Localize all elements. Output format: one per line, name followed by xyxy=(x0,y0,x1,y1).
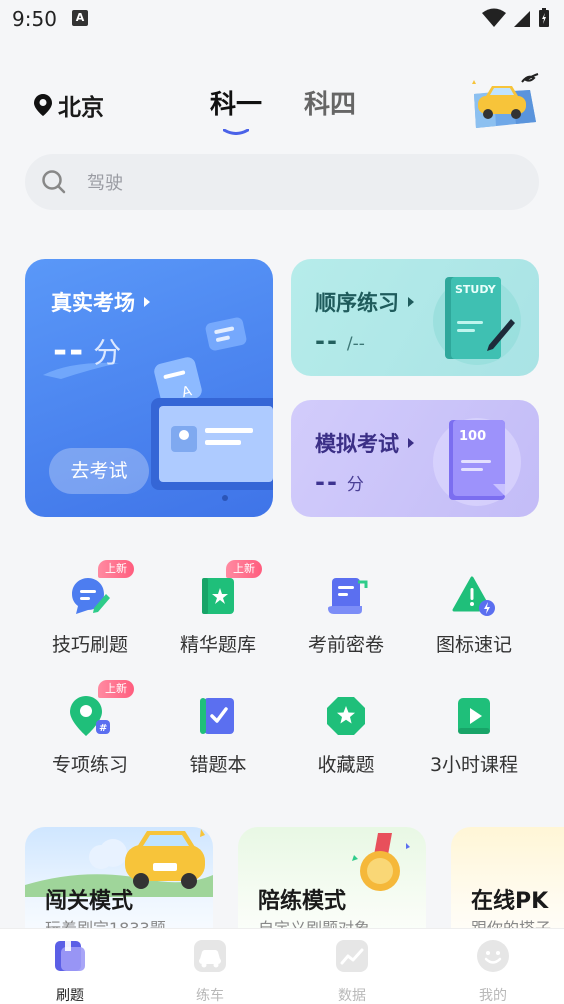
star-octagon-icon xyxy=(327,697,365,735)
practice-book-icon xyxy=(55,941,85,971)
status-bar: 9:50 A xyxy=(0,0,564,40)
tab-active-indicator xyxy=(223,129,249,135)
status-time: 9:50 xyxy=(12,7,57,31)
exam-computer-illustration: A xyxy=(151,317,273,501)
mock-exam-title-text: 模拟考试 xyxy=(315,432,399,456)
new-badge: 上新 xyxy=(98,560,134,578)
mode-card-companion[interactable]: 陪练模式 自定义刷题对象 xyxy=(238,827,426,937)
smile-icon xyxy=(477,940,509,972)
mock-exam-card[interactable]: 模拟考试 -- 分 100 xyxy=(291,400,539,517)
sequential-practice-title-text: 顺序练习 xyxy=(315,291,399,315)
mode-card-pk[interactable]: 在线PK 跟你的搭子 xyxy=(451,827,564,937)
new-badge: 上新 xyxy=(226,560,262,578)
city-selector[interactable]: 北京 xyxy=(34,88,104,122)
video-play-icon xyxy=(458,698,490,734)
sequential-practice-progress: -- /-- xyxy=(315,327,365,355)
mock-exam-score-value: -- xyxy=(315,468,339,496)
scroll-icon xyxy=(328,578,368,614)
svg-text:100: 100 xyxy=(459,429,486,444)
feature-special-practice[interactable]: # 上新 专项练习 xyxy=(30,680,150,777)
chart-icon xyxy=(336,940,368,972)
feature-essential-bank[interactable]: 上新 精华题库 xyxy=(158,560,278,657)
feature-label: 3小时课程 xyxy=(429,754,519,776)
feature-sign-memory[interactable]: 图标速记 xyxy=(414,574,534,657)
signal-icon xyxy=(514,11,530,27)
wifi-icon xyxy=(482,8,506,27)
nav-practice[interactable]: 刷题 xyxy=(30,939,110,1004)
feature-label: 收藏题 xyxy=(317,754,375,776)
chat-pen-icon xyxy=(72,578,110,614)
city-label: 北京 xyxy=(58,95,104,121)
feature-wrong-book[interactable]: 错题本 xyxy=(158,694,278,777)
mode-card-level[interactable]: 闯关模式 玩着刷完1833题 xyxy=(25,827,213,937)
nav-label: 数据 xyxy=(338,988,366,1004)
new-badge: 上新 xyxy=(98,680,134,698)
notebook-check-icon xyxy=(200,698,234,734)
svg-text:#: # xyxy=(99,723,107,734)
location-icon xyxy=(34,94,52,116)
nav-label: 刷题 xyxy=(56,988,84,1004)
feature-label: 考前密卷 xyxy=(307,634,384,656)
tab-subject-four[interactable]: 科四 xyxy=(304,84,356,121)
feature-label: 错题本 xyxy=(189,754,247,776)
bottom-nav: 刷题 练车 数据 我的 xyxy=(0,928,564,1004)
notification-icon: A xyxy=(72,10,88,26)
nav-data[interactable]: 数据 xyxy=(312,939,392,1004)
real-exam-card[interactable]: A 真实考场 -- 分 去考试 xyxy=(25,259,273,517)
svg-text:STUDY: STUDY xyxy=(455,283,497,296)
subject-tabs: 科一 科四 xyxy=(210,84,356,135)
sequential-practice-total: /-- xyxy=(346,334,365,354)
feature-video-course[interactable]: 3小时课程 xyxy=(414,694,534,777)
feature-favorites[interactable]: 收藏题 xyxy=(286,694,406,777)
mock-exam-score: -- 分 xyxy=(315,468,364,496)
real-exam-title-text: 真实考场 xyxy=(51,291,135,315)
car-icon xyxy=(194,940,226,972)
sequential-practice-value: -- xyxy=(315,327,339,355)
real-exam-score-value: -- xyxy=(53,331,86,371)
go-exam-button[interactable]: 去考试 xyxy=(49,448,149,494)
feature-label: 技巧刷题 xyxy=(51,634,128,656)
car-map-icon[interactable] xyxy=(468,72,540,132)
battery-icon xyxy=(539,8,549,27)
book-star-icon xyxy=(202,578,234,614)
warning-triangle-icon xyxy=(452,576,495,616)
feature-secret-paper[interactable]: 考前密卷 xyxy=(286,574,406,657)
mock-exam-title: 模拟考试 xyxy=(315,428,415,458)
status-icons xyxy=(482,8,550,28)
mock-exam-score-unit: 分 xyxy=(346,475,364,495)
feature-skill-practice[interactable]: 上新 技巧刷题 xyxy=(30,560,150,657)
top-nav: 北京 科一 科四 xyxy=(0,70,564,140)
mode-title: 陪练模式 xyxy=(258,889,347,914)
feature-label: 精华题库 xyxy=(179,634,256,656)
chevron-right-icon xyxy=(408,297,414,307)
location-pin-icon: # xyxy=(70,696,110,736)
real-exam-score: -- 分 xyxy=(53,331,121,371)
nav-me[interactable]: 我的 xyxy=(453,939,533,1004)
real-exam-title: 真实考场 xyxy=(51,287,151,317)
nav-label: 我的 xyxy=(479,988,507,1004)
tab-subject-four-label: 科四 xyxy=(304,90,357,120)
tab-subject-one[interactable]: 科一 xyxy=(210,84,263,135)
search-icon xyxy=(42,170,66,194)
feature-label: 图标速记 xyxy=(435,634,512,656)
study-book-icon: STUDY xyxy=(433,277,521,365)
real-exam-score-unit: 分 xyxy=(93,336,122,369)
nav-label: 练车 xyxy=(196,988,224,1004)
medal-icon xyxy=(352,833,410,891)
chevron-right-icon xyxy=(408,438,414,448)
mode-title: 在线PK xyxy=(471,889,549,914)
search-placeholder: 驾驶 xyxy=(87,173,123,194)
nav-driving[interactable]: 练车 xyxy=(170,939,250,1004)
exam-paper-icon: 100 xyxy=(433,418,521,506)
feature-label: 专项练习 xyxy=(51,754,128,776)
mode-title: 闯关模式 xyxy=(45,889,134,914)
search-bar[interactable]: 驾驶 xyxy=(25,154,539,210)
sequential-practice-card[interactable]: 顺序练习 -- /-- STUDY xyxy=(291,259,539,376)
sequential-practice-title: 顺序练习 xyxy=(315,287,415,317)
tab-subject-one-label: 科一 xyxy=(210,90,263,120)
chevron-right-icon xyxy=(144,297,150,307)
mode-carousel: 闯关模式 玩着刷完1833题 陪练模式 自定义刷题对象 在线PK 跟你的搭子 xyxy=(0,827,564,937)
